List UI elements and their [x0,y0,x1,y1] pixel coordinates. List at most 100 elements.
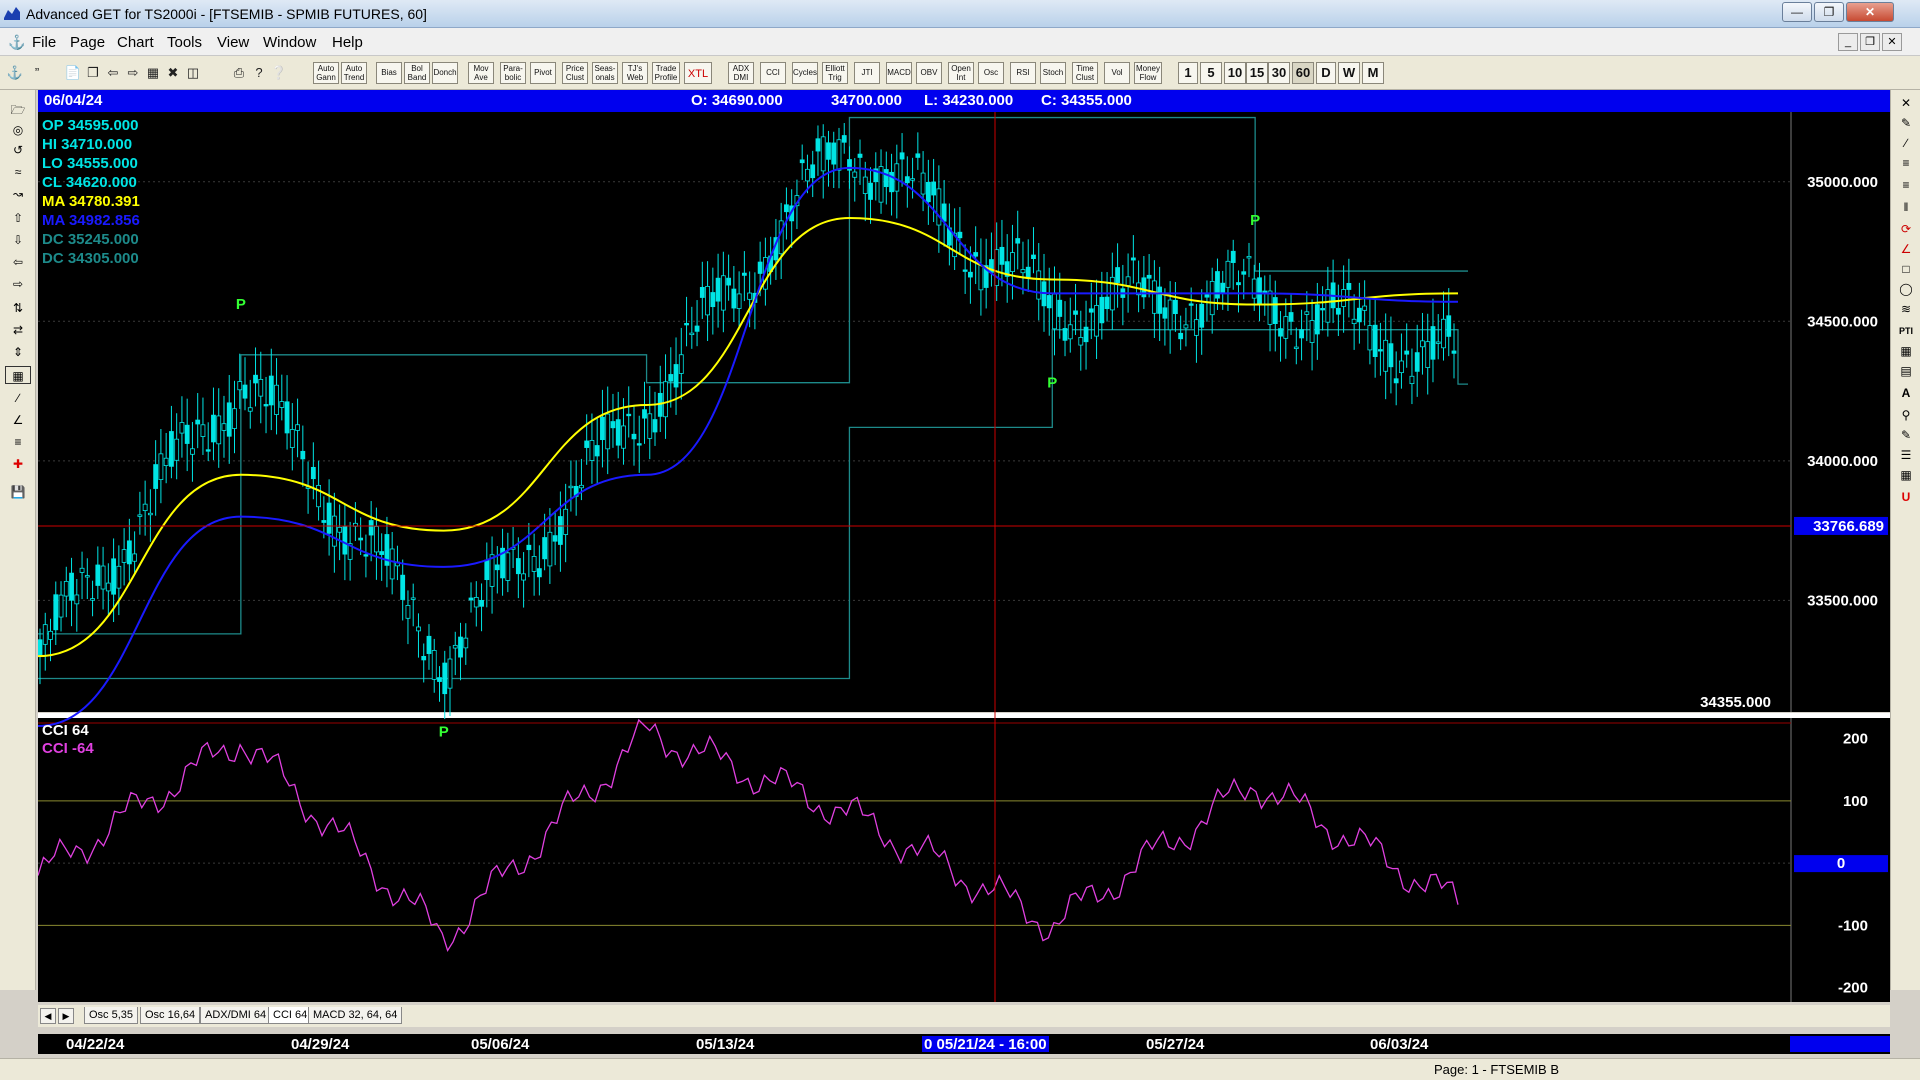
study-jti-button[interactable]: JTI [854,62,880,84]
gann-icon[interactable]: ∠ [5,410,31,428]
fan-lines-icon[interactable]: ∠ [1895,240,1917,258]
lines-icon[interactable]: ∕ [5,388,31,406]
study-cycles-button[interactable]: Cycles [792,62,818,84]
cci-pane[interactable] [38,718,1791,1002]
fib-ext-icon[interactable]: ≡ [1895,176,1917,194]
study-money-flow-button[interactable]: Money Flow [1134,62,1162,84]
pti-icon[interactable]: PTI [1895,322,1917,340]
tab-scroll-left-icon[interactable]: ◀ [40,1008,56,1024]
paint-icon[interactable]: ✎ [1895,426,1917,444]
fib-ret-icon[interactable]: ≡ [1895,154,1917,172]
study-xtl-button[interactable]: XTL [684,62,712,84]
context-help-icon[interactable]: ❔ [270,63,288,83]
study-macd-button[interactable]: MACD [886,62,912,84]
fib-time-icon[interactable]: ‖ [1895,198,1917,216]
back-icon[interactable]: ⇦ [104,63,122,83]
child-restore-button[interactable]: ❐ [1860,33,1880,51]
magnifier-icon[interactable]: ⚲ [1895,406,1917,424]
delete-drawing-icon[interactable]: ✕ [1895,94,1917,112]
trendline-icon[interactable]: ∕ [1895,134,1917,152]
study-donch-button[interactable]: Donch [432,62,458,84]
forward-icon[interactable]: ⇨ [124,63,142,83]
study-auto-gann-button[interactable]: Auto Gann [313,62,339,84]
compress-horizontal-icon[interactable]: ⇄ [5,320,31,338]
menu-file[interactable]: File [32,34,56,51]
study-icon[interactable]: ≈ [5,162,31,180]
study-obv-button[interactable]: OBV [916,62,942,84]
interval-5-button[interactable]: 5 [1200,62,1222,84]
tab-adx-dmi-64[interactable]: ADX/DMI 64 [200,1007,272,1024]
tab-scroll-right-icon[interactable]: ▶ [58,1008,74,1024]
interval-15-button[interactable]: 15 [1246,62,1268,84]
study-tj-web-button[interactable]: TJ's Web [622,62,648,84]
maximize-button[interactable]: ❐ [1814,2,1844,22]
grid-tool-icon[interactable]: ▦ [1895,342,1917,360]
reset-icon[interactable]: ↺ [5,140,31,158]
child-minimize-button[interactable]: _ [1838,33,1858,51]
study-parabolic-button[interactable]: Para-bolic [500,62,526,84]
interval-60-button[interactable]: 60 [1292,62,1314,84]
rectangle-icon[interactable]: □ [1895,260,1917,278]
interval-monthly-button[interactable]: M [1362,62,1384,84]
study-pivot-button[interactable]: Pivot [530,62,556,84]
study-price-clust-button[interactable]: Price Clust [562,62,588,84]
text-tool-icon[interactable]: A [1895,384,1917,402]
new-page-icon[interactable]: 📄 [64,63,82,83]
study-open-int-button[interactable]: Open Int [948,62,974,84]
interval-10-button[interactable]: 10 [1224,62,1246,84]
child-close-button[interactable]: ✕ [1882,33,1902,51]
interval-weekly-button[interactable]: W [1338,62,1360,84]
zoom-icon[interactable]: ◎ [5,120,31,138]
close-button[interactable]: ✕ [1846,2,1894,22]
copy-icon[interactable]: ❐ [84,63,102,83]
magnet-icon[interactable]: U [1895,488,1917,506]
study-bias-button[interactable]: Bias [376,62,402,84]
pencil-icon[interactable]: ✎ [1895,114,1917,132]
study-time-clust-button[interactable]: Time Clust [1072,62,1098,84]
arrow-up-icon[interactable]: ⇧ [5,208,31,226]
spiral-icon[interactable]: ⟳ [1895,220,1917,238]
anchor-icon[interactable]: ⚓ [6,63,24,83]
menu-tools[interactable]: Tools [167,34,202,51]
study-stoch-button[interactable]: Stoch [1040,62,1066,84]
study-trade-profile-button[interactable]: Trade Profile [652,62,680,84]
tab-macd[interactable]: MACD 32, 64, 64 [308,1007,403,1024]
menu-help[interactable]: Help [332,34,363,51]
expand-vertical-icon[interactable]: ⇕ [5,342,31,360]
tab-osc-5-35[interactable]: Osc 5,35 [84,1007,139,1024]
quote-icon[interactable]: ” [28,63,46,83]
study-mov-ave-button[interactable]: Mov Ave [468,62,494,84]
study-elliott-trig-button[interactable]: Elliott Trig [822,62,848,84]
arrow-left-icon[interactable]: ⇦ [5,252,31,270]
chart-area[interactable]: PPPPP 35000.00034500.00034000.00033500.0… [38,112,1890,1012]
study-bol-band-button[interactable]: Bol Band [404,62,430,84]
study-vol-button[interactable]: Vol [1104,62,1130,84]
compress-vertical-icon[interactable]: ⇅ [5,298,31,316]
minimize-button[interactable]: — [1782,2,1812,22]
mob-icon[interactable]: ▤ [1895,362,1917,380]
interval-1-button[interactable]: 1 [1178,62,1198,84]
list-icon[interactable]: ☰ [1895,446,1917,464]
menu-chart[interactable]: Chart [117,34,154,51]
tab-osc-16-64[interactable]: Osc 16,64 [140,1007,201,1024]
study-adx-dmi-button[interactable]: ADX DMI [728,62,754,84]
study-seasonals-button[interactable]: Seas-onals [592,62,618,84]
layout-icon[interactable]: ◫ [184,63,202,83]
help-question-icon[interactable]: ? [250,63,268,83]
price-chart-svg[interactable]: PPPPP 35000.00034500.00034000.00033500.0… [38,112,1890,1007]
study-osc-button[interactable]: Osc [978,62,1004,84]
save-page-icon[interactable]: 💾 [5,482,31,500]
open-folder-icon[interactable]: 🗁 [5,100,31,118]
menu-view[interactable]: View [217,34,249,51]
grid-icon[interactable]: ▦ [144,63,162,83]
study-cci-button[interactable]: CCI [760,62,786,84]
fib-icon[interactable]: ≡ [5,432,31,450]
price-pane[interactable] [38,112,1791,712]
print-icon[interactable]: ⎙ [230,63,248,83]
arrow-down-icon[interactable]: ⇩ [5,230,31,248]
arrow-right-icon[interactable]: ⇨ [5,274,31,292]
crosshair-icon[interactable]: ✚ [5,454,31,472]
channel-icon[interactable]: ≋ [1895,300,1917,318]
menu-page[interactable]: Page [70,34,105,51]
interval-daily-button[interactable]: D [1316,62,1336,84]
